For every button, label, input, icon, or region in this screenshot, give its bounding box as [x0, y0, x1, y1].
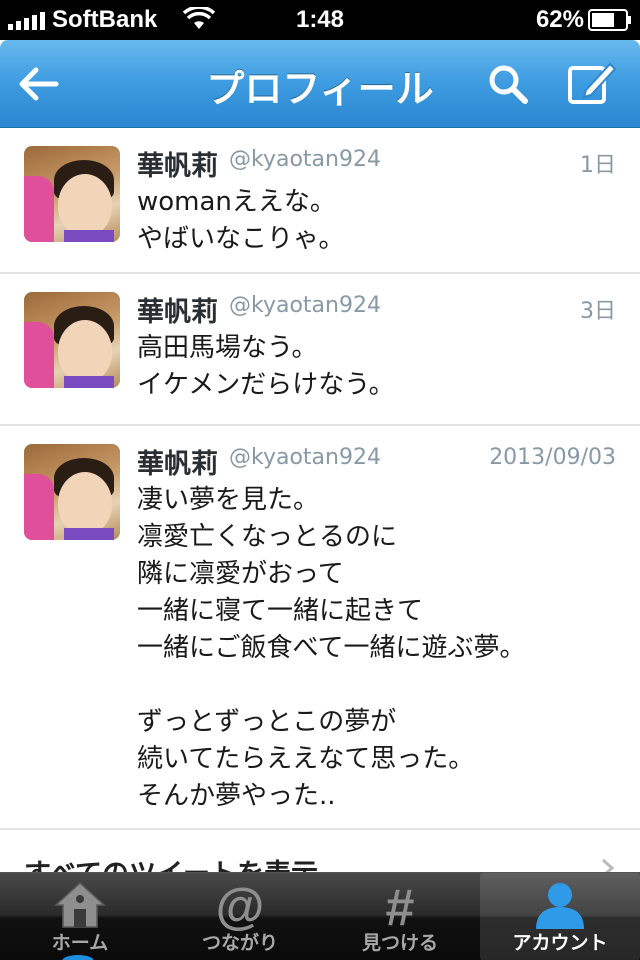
tweet-timestamp: 3日: [580, 299, 616, 324]
tweet-author-name: 華帆莉: [137, 449, 218, 480]
tweet-item[interactable]: 華帆莉 @kyaotan924 2013/09/03 凄い夢を見た。 凛愛亡くな…: [0, 426, 640, 828]
tweet-text: womanええな。 やばいなこりゃ。: [137, 187, 345, 254]
home-icon: [54, 881, 106, 928]
tweet-timestamp: 2013/09/03: [489, 445, 616, 470]
avatar[interactable]: [24, 146, 120, 242]
tweet-text: 凄い夢を見た。 凛愛亡くなっとるのに 隣に凛愛がおって 一緒に寝て一緒に起きて …: [137, 485, 526, 811]
hash-icon: #: [386, 879, 415, 931]
tweet-author-name: 華帆莉: [137, 151, 218, 182]
battery-percentage: 62%: [535, 6, 584, 33]
tweet-author-handle: @kyaotan924: [229, 293, 381, 318]
status-bar: SoftBank 1:48 62%: [0, 0, 640, 40]
search-icon[interactable]: [484, 60, 532, 108]
tweet-item[interactable]: 華帆莉 @kyaotan924 3日 高田馬場なう。 イケメンだらけなう。: [0, 274, 640, 426]
tweet-list: 華帆莉 @kyaotan924 1日 womanええな。 やばいなこりゃ。 華帆…: [0, 128, 640, 828]
show-all-tweets-row[interactable]: すべてのツイートを表示: [0, 828, 640, 890]
avatar[interactable]: [24, 292, 120, 388]
account-icon: [536, 883, 584, 929]
tab-discover-label: 見つける: [361, 932, 438, 954]
tab-connect[interactable]: @ つながり: [160, 873, 320, 960]
tweet-timestamp: 1日: [580, 153, 616, 178]
tab-connect-label: つながり: [201, 932, 278, 954]
tweet-author-name: 華帆莉: [137, 297, 218, 328]
at-icon: @: [216, 879, 265, 931]
tweet-item[interactable]: 華帆莉 @kyaotan924 1日 womanええな。 やばいなこりゃ。: [0, 128, 640, 274]
avatar[interactable]: [24, 444, 120, 540]
navigation-bar: プロフィール: [0, 40, 640, 128]
tab-home[interactable]: ホーム: [0, 873, 160, 960]
battery-icon: [588, 9, 631, 31]
compose-icon[interactable]: [566, 58, 618, 108]
tab-discover[interactable]: # 見つける: [320, 873, 480, 960]
tweet-author-handle: @kyaotan924: [229, 147, 381, 172]
svg-text:@: @: [216, 879, 265, 931]
svg-text:#: #: [386, 879, 415, 931]
tab-account[interactable]: アカウント: [480, 873, 640, 960]
page-title: プロフィール: [206, 67, 434, 111]
back-arrow-icon[interactable]: [14, 60, 62, 108]
tab-bar: ホーム @ つながり # 見つける アカウント: [0, 872, 640, 960]
tab-home-label: ホーム: [51, 932, 109, 954]
tab-account-label: アカウント: [512, 932, 608, 954]
tab-home-notification-dot: [62, 955, 94, 960]
tweet-author-handle: @kyaotan924: [229, 445, 381, 470]
tweet-text: 高田馬場なう。 イケメンだらけなう。: [137, 333, 395, 400]
